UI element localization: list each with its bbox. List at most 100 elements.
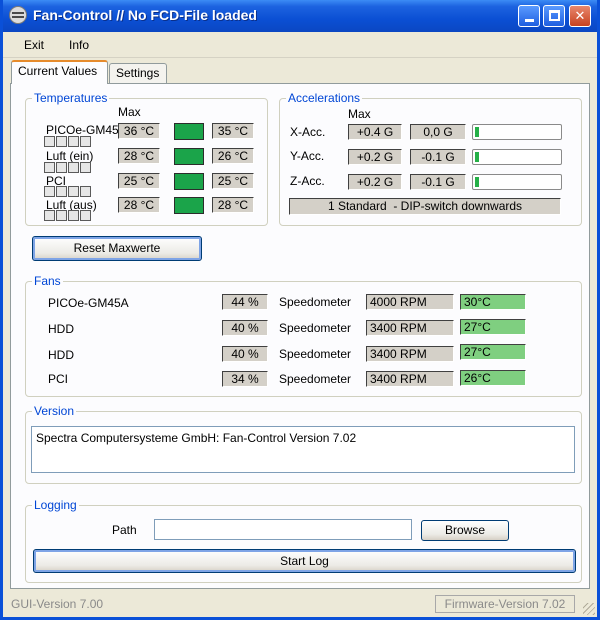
start-log-button[interactable]: Start Log — [33, 549, 576, 573]
fans-title: Fans — [32, 274, 63, 288]
tab-settings[interactable]: Settings — [109, 63, 167, 83]
flag-box — [56, 210, 67, 221]
logging-group: Logging Path Browse Start Log — [25, 498, 582, 583]
acc-bar-x — [472, 124, 562, 140]
fan-rpm-pci: 3400 RPM — [366, 371, 454, 387]
firmware-version-label: Firmware-Version 7.02 — [435, 595, 575, 613]
temp-label-luft-ein: Luft (ein) — [46, 149, 94, 163]
fan-label-hdd-1: HDD — [48, 322, 74, 336]
acc-current-y: -0.1 G — [410, 149, 466, 165]
fan-app-icon — [9, 6, 27, 24]
reset-maxwerte-button[interactable]: Reset Maxwerte — [32, 236, 202, 261]
gui-version-label: GUI-Version 7.00 — [11, 597, 104, 611]
minimize-button[interactable] — [518, 5, 540, 27]
acc-label-x: X-Acc. — [290, 125, 326, 139]
flag-box — [80, 162, 91, 173]
fan-speedometer-label: Speedometer — [279, 347, 352, 361]
logging-path-input[interactable] — [154, 519, 412, 540]
temp-flags-luft-aus — [44, 210, 92, 221]
maximize-icon — [549, 10, 560, 21]
version-textbox[interactable]: Spectra Computersysteme GmbH: Fan-Contro… — [31, 426, 575, 473]
accelerations-max-label: Max — [348, 107, 371, 121]
acc-max-x: +0.4 G — [348, 124, 402, 140]
version-group: Version Spectra Computersysteme GmbH: Fa… — [25, 404, 582, 484]
temp-indicator-luft-ein — [174, 148, 204, 165]
flag-box — [68, 162, 79, 173]
app-window: Fan-Control // No FCD-File loaded ✕ Exit… — [0, 0, 600, 620]
fan-rpm-hdd-1: 3400 RPM — [366, 320, 454, 336]
acc-bar-z — [472, 174, 562, 190]
fan-label-hdd-2: HDD — [48, 348, 74, 362]
logging-path-label: Path — [112, 523, 137, 537]
accelerations-title: Accelerations — [286, 91, 363, 105]
fan-percent-hdd-2: 40 % — [222, 346, 268, 362]
browse-button[interactable]: Browse — [421, 520, 509, 541]
dip-switch-status: 1 Standard - DIP-switch downwards — [289, 198, 561, 215]
close-icon: ✕ — [574, 8, 586, 23]
fan-speedometer-label: Speedometer — [279, 295, 352, 309]
fan-temp-pci: 26°C — [460, 370, 526, 386]
temp-indicator-luft-aus — [174, 197, 204, 214]
flag-box — [44, 162, 55, 173]
menu-exit[interactable]: Exit — [24, 38, 44, 52]
flag-box — [56, 162, 67, 173]
fan-label-pci: PCI — [48, 372, 69, 386]
flag-box — [80, 186, 91, 197]
flag-box — [56, 186, 67, 197]
title-bar[interactable]: Fan-Control // No FCD-File loaded ✕ — [3, 0, 597, 32]
fan-rpm-hdd-2: 3400 RPM — [366, 346, 454, 362]
tab-current-values[interactable]: Current Values — [11, 60, 108, 84]
fan-speedometer-label: Speedometer — [279, 321, 352, 335]
temp-max-luft-ein: 28 °C — [118, 148, 160, 164]
temp-current-luft-aus: 28 °C — [212, 197, 254, 213]
fan-percent-hdd-1: 40 % — [222, 320, 268, 336]
fan-percent-picoe: 44 % — [222, 294, 268, 310]
maximize-button[interactable] — [543, 5, 565, 27]
temp-max-picoe: 36 °C — [118, 123, 160, 139]
logging-title: Logging — [32, 498, 79, 512]
acc-bar-y-fill — [475, 152, 479, 162]
temp-current-pci: 25 °C — [212, 173, 254, 189]
temp-indicator-picoe — [174, 123, 204, 140]
fan-rpm-picoe: 4000 RPM — [366, 294, 454, 310]
temp-label-picoe: PICOe-GM45 — [46, 123, 118, 137]
temp-flags-pci — [44, 186, 92, 197]
close-button[interactable]: ✕ — [569, 5, 591, 27]
status-bar: GUI-Version 7.00 Firmware-Version 7.02 — [3, 592, 597, 617]
temp-flags-picoe — [44, 136, 92, 147]
minimize-icon — [525, 19, 534, 22]
temp-flags-luft-ein — [44, 162, 92, 173]
acc-current-z: -0.1 G — [410, 174, 466, 190]
resize-grip-icon[interactable] — [583, 603, 595, 615]
acc-label-z: Z-Acc. — [290, 174, 325, 188]
temp-current-picoe: 35 °C — [212, 123, 254, 139]
version-title: Version — [32, 404, 77, 418]
fan-label-picoe: PICOe-GM45A — [48, 296, 129, 310]
fan-temp-hdd-2: 27°C — [460, 344, 526, 360]
flag-box — [68, 136, 79, 147]
temp-current-luft-ein: 26 °C — [212, 148, 254, 164]
flag-box — [68, 186, 79, 197]
acc-max-y: +0.2 G — [348, 149, 402, 165]
fan-percent-pci: 34 % — [222, 371, 268, 387]
flag-box — [44, 210, 55, 221]
flag-box — [44, 136, 55, 147]
version-text: Spectra Computersysteme GmbH: Fan-Contro… — [36, 431, 357, 445]
fans-group: Fans PICOe-GM45A 44 % Speedometer 4000 R… — [25, 274, 582, 397]
temp-max-pci: 25 °C — [118, 173, 160, 189]
fan-temp-picoe: 30°C — [460, 294, 526, 310]
window-title: Fan-Control // No FCD-File loaded — [33, 7, 257, 23]
temperatures-title: Temperatures — [32, 91, 110, 105]
temperatures-group: Temperatures Max PICOe-GM45 36 °C 35 °C … — [25, 91, 268, 226]
acc-current-x: 0,0 G — [410, 124, 466, 140]
flag-box — [80, 136, 91, 147]
fan-temp-hdd-1: 27°C — [460, 319, 526, 335]
acc-bar-z-fill — [475, 177, 479, 187]
temp-max-luft-aus: 28 °C — [118, 197, 160, 213]
temperatures-max-label: Max — [118, 105, 141, 119]
menu-info[interactable]: Info — [69, 38, 89, 52]
fan-speedometer-label: Speedometer — [279, 372, 352, 386]
acc-bar-x-fill — [475, 127, 479, 137]
flag-box — [44, 186, 55, 197]
acc-bar-y — [472, 149, 562, 165]
